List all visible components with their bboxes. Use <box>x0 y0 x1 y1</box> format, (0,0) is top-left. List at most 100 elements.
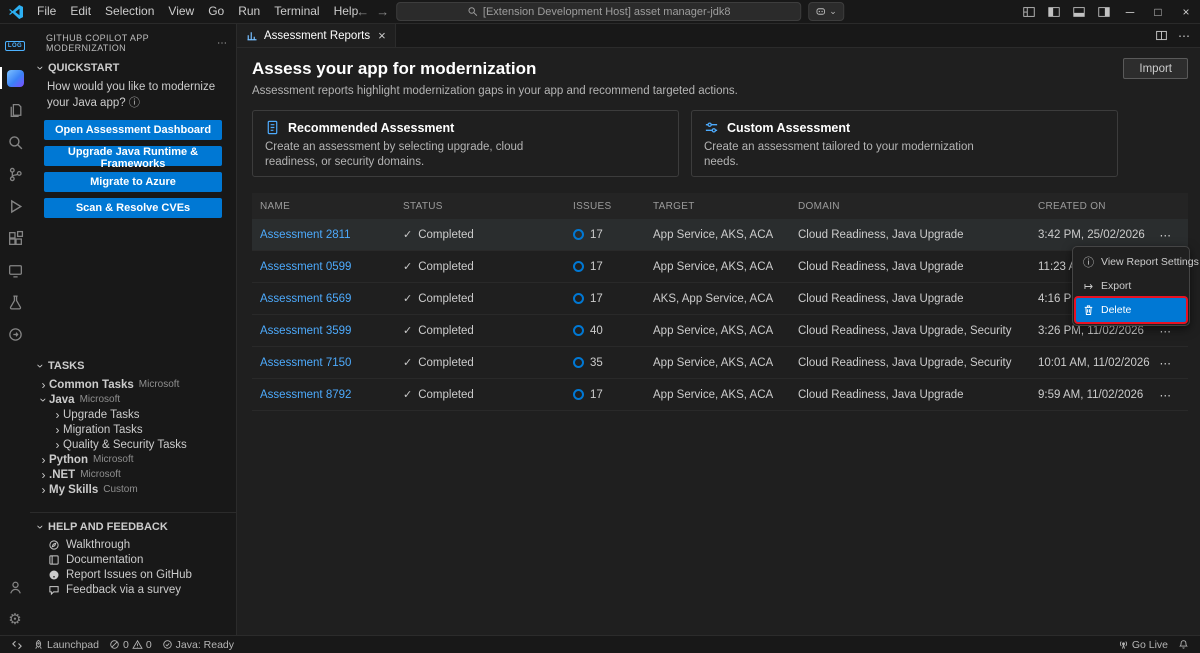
testing-beaker-icon[interactable] <box>0 286 30 318</box>
table-row[interactable]: Assessment 6569 ✓Completed 17 AKS, App S… <box>252 283 1188 315</box>
migrate-to-azure-button[interactable]: Migrate to Azure <box>44 172 222 192</box>
tasks-section-header[interactable]: › TASKS <box>30 356 236 376</box>
remote-indicator[interactable] <box>6 636 28 653</box>
help-item-walkthrough[interactable]: Walkthrough <box>30 537 236 552</box>
go-live-status[interactable]: Go Live <box>1113 636 1173 653</box>
editor-area: Assessment Reports × ⋯ Assess your app f… <box>237 24 1200 635</box>
assessment-link[interactable]: Assessment 2811 <box>260 229 351 241</box>
extensions-icon[interactable] <box>0 222 30 254</box>
explorer-icon[interactable] <box>0 94 30 126</box>
customize-layout-icon[interactable] <box>1016 0 1041 23</box>
task-item-common-tasks[interactable]: › Common Tasks Microsoft <box>30 377 236 392</box>
issues-donut-icon <box>573 229 584 240</box>
issues-donut-icon <box>573 293 584 304</box>
notifications-bell[interactable] <box>1173 636 1194 653</box>
tab-assessment-reports[interactable]: Assessment Reports × <box>237 24 396 47</box>
command-center-search[interactable]: [Extension Development Host] asset manag… <box>396 2 801 21</box>
remote-explorer-icon[interactable] <box>0 254 30 286</box>
menu-view[interactable]: View <box>161 0 201 23</box>
menu-item-delete[interactable]: Delete <box>1076 298 1186 322</box>
more-actions-icon[interactable]: ⋯ <box>217 38 228 49</box>
launchpad-status[interactable]: Launchpad <box>28 636 104 653</box>
task-item-upgrade-tasks[interactable]: › Upgrade Tasks <box>30 407 236 422</box>
row-actions-icon[interactable]: ⋯ <box>1160 356 1188 370</box>
toggle-panel-icon[interactable] <box>1066 0 1091 23</box>
help-item-documentation[interactable]: Documentation <box>30 552 236 567</box>
menu-go[interactable]: Go <box>201 0 231 23</box>
back-arrow-icon[interactable]: ← <box>356 4 369 19</box>
more-actions-icon[interactable]: ⋯ <box>1178 29 1190 43</box>
copilot-menu-button[interactable]: ⌄ <box>808 2 844 21</box>
task-item-python[interactable]: › Python Microsoft <box>30 452 236 467</box>
circle-arrow-icon[interactable] <box>0 318 30 350</box>
search-icon[interactable] <box>0 126 30 158</box>
broadcast-tower-icon <box>1118 639 1129 650</box>
help-item-feedback-survey[interactable]: Feedback via a survey <box>30 582 236 597</box>
assessment-link[interactable]: Assessment 7150 <box>260 357 351 369</box>
help-item-report-issues[interactable]: Report Issues on GitHub <box>30 567 236 582</box>
forward-arrow-icon[interactable]: → <box>376 4 389 19</box>
source-control-icon[interactable] <box>0 158 30 190</box>
vscode-logo-icon <box>8 4 24 20</box>
task-item-dotnet[interactable]: › .NET Microsoft <box>30 467 236 482</box>
assessments-table: NAME STATUS ISSUES TARGET DOMAIN CREATED… <box>252 193 1188 411</box>
assessment-link[interactable]: Assessment 0599 <box>260 261 351 273</box>
split-editor-icon[interactable] <box>1155 29 1168 42</box>
task-item-my-skills[interactable]: › My Skills Custom <box>30 482 236 497</box>
table-row[interactable]: Assessment 8792 ✓Completed 17 App Servic… <box>252 379 1188 411</box>
assessment-cards: Recommended Assessment Create an assessm… <box>252 110 1188 177</box>
toggle-secondary-sidebar-icon[interactable] <box>1091 0 1116 23</box>
settings-gear-icon[interactable]: ⚙ <box>0 603 30 635</box>
upgrade-java-runtime-button[interactable]: Upgrade Java Runtime & Frameworks <box>44 146 222 166</box>
help-section-header[interactable]: › HELP AND FEEDBACK <box>30 517 236 537</box>
tab-bar: Assessment Reports × ⋯ <box>237 24 1200 48</box>
menu-file[interactable]: File <box>30 0 63 23</box>
status-bar-right: Go Live <box>1113 636 1194 653</box>
custom-assessment-card[interactable]: Custom Assessment Create an assessment t… <box>691 110 1118 177</box>
menu-item-export[interactable]: ↦ Export <box>1076 274 1186 298</box>
editor-group-actions: ⋯ <box>1155 24 1200 47</box>
col-status: STATUS <box>395 201 565 212</box>
assessment-link[interactable]: Assessment 3599 <box>260 325 351 337</box>
table-row[interactable]: Assessment 2811 ✓Completed 17 App Servic… <box>252 219 1188 251</box>
problems-status[interactable]: 0 0 <box>104 636 157 653</box>
quickstart-section-header[interactable]: › QUICKSTART <box>30 58 236 78</box>
assessment-link[interactable]: Assessment 8792 <box>260 389 351 401</box>
page-subtitle: Assessment reports highlight modernizati… <box>252 85 1188 97</box>
table-row[interactable]: Assessment 7150 ✓Completed 35 App Servic… <box>252 347 1188 379</box>
menu-run[interactable]: Run <box>231 0 267 23</box>
minimize-button[interactable]: ─ <box>1116 0 1144 23</box>
scan-resolve-cves-button[interactable]: Scan & Resolve CVEs <box>44 198 222 218</box>
col-target: TARGET <box>645 201 790 212</box>
java-status[interactable]: Java: Ready <box>157 636 239 653</box>
menu-selection[interactable]: Selection <box>98 0 161 23</box>
menu-terminal[interactable]: Terminal <box>267 0 326 23</box>
menu-edit[interactable]: Edit <box>63 0 98 23</box>
task-item-java[interactable]: › Java Microsoft <box>30 392 236 407</box>
table-row[interactable]: Assessment 3599 ✓Completed 40 App Servic… <box>252 315 1188 347</box>
tab-close-icon[interactable]: × <box>378 28 386 43</box>
task-item-migration-tasks[interactable]: › Migration Tasks <box>30 422 236 437</box>
search-icon <box>467 6 478 17</box>
open-assessment-dashboard-button[interactable]: Open Assessment Dashboard <box>44 120 222 140</box>
chevron-right-icon: › <box>38 378 49 392</box>
import-button[interactable]: Import <box>1123 58 1188 79</box>
info-icon[interactable]: ⓘ <box>129 97 140 109</box>
log-output-icon[interactable]: LOG <box>0 30 30 62</box>
row-actions-icon[interactable]: ⋯ <box>1160 388 1188 402</box>
row-actions-icon[interactable]: ⋯ <box>1160 228 1188 242</box>
recommended-assessment-card[interactable]: Recommended Assessment Create an assessm… <box>252 110 679 177</box>
maximize-button[interactable]: □ <box>1144 0 1172 23</box>
sidebar-title-text: GITHUB COPILOT APP MODERNIZATION <box>46 33 217 53</box>
toggle-primary-sidebar-icon[interactable] <box>1041 0 1066 23</box>
menu-item-view-report-settings[interactable]: ⓘ View Report Settings <box>1076 250 1186 274</box>
accounts-icon[interactable] <box>0 571 30 603</box>
run-debug-icon[interactable] <box>0 190 30 222</box>
app-modernization-extension-icon[interactable] <box>0 62 30 94</box>
chevron-right-icon: › <box>38 483 49 497</box>
task-item-quality-security-tasks[interactable]: › Quality & Security Tasks <box>30 437 236 452</box>
table-row[interactable]: Assessment 0599 ✓Completed 17 App Servic… <box>252 251 1188 283</box>
close-window-button[interactable]: × <box>1172 0 1200 23</box>
sliders-icon <box>704 120 719 135</box>
assessment-link[interactable]: Assessment 6569 <box>260 293 351 305</box>
